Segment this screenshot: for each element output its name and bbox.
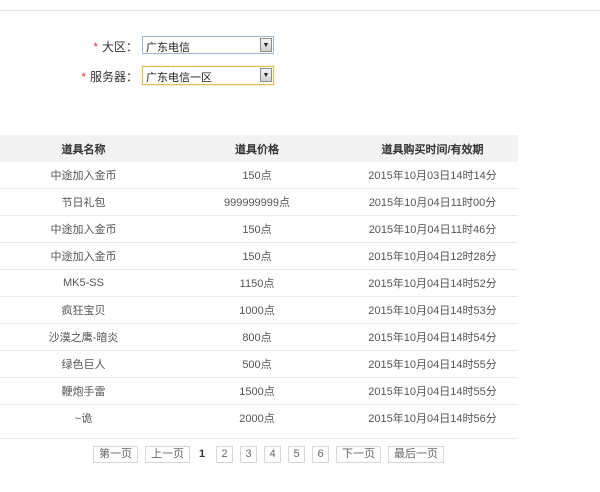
table-row: 中途加入金币 150点 2015年10月04日11时46分 bbox=[0, 215, 518, 243]
page-number-6[interactable]: 6 bbox=[312, 446, 329, 463]
cell-item-name: 绿色巨人 bbox=[0, 350, 167, 378]
table-row: 中途加入金币 150点 2015年10月04日12时28分 bbox=[0, 242, 518, 270]
server-row: * 服务器： 广东电信一区 ▼ bbox=[0, 66, 600, 86]
table-row: 中途加入金币 150点 2015年10月03日14时14分 bbox=[0, 162, 518, 189]
table-row: 沙漠之鹰-暗炎 800点 2015年10月04日14时54分 bbox=[0, 323, 518, 351]
cell-purchase-time: 2015年10月04日11时46分 bbox=[347, 215, 518, 243]
region-select-value: 广东电信 bbox=[146, 42, 190, 54]
cell-item-price: 800点 bbox=[167, 323, 347, 351]
last-page-button[interactable]: 最后一页 bbox=[388, 446, 444, 463]
table-row: ~诡 2000点 2015年10月04日14时56分 bbox=[0, 405, 518, 432]
server-select[interactable]: 广东电信一区 ▼ bbox=[142, 66, 274, 85]
cell-item-name: 中途加入金币 bbox=[0, 215, 167, 243]
column-header-item-name: 道具名称 bbox=[0, 135, 167, 162]
page-number-current: 1 bbox=[197, 447, 207, 462]
table-row: 节日礼包 999999999点 2015年10月04日11时00分 bbox=[0, 188, 518, 216]
region-label-text: 大区： bbox=[101, 40, 138, 54]
required-mark: * bbox=[81, 70, 86, 84]
page-number-3[interactable]: 3 bbox=[240, 446, 257, 463]
cell-item-price: 1150点 bbox=[167, 269, 347, 297]
column-header-purchase-time: 道具购买时间/有效期 bbox=[347, 135, 518, 162]
cell-item-name: 中途加入金币 bbox=[0, 162, 167, 189]
server-label-text: 服务器： bbox=[89, 70, 138, 84]
table-row: MK5-SS 1150点 2015年10月04日14时52分 bbox=[0, 269, 518, 297]
cell-purchase-time: 2015年10月04日14时52分 bbox=[347, 269, 518, 297]
cell-purchase-time: 2015年10月04日14时55分 bbox=[347, 350, 518, 378]
cell-item-name: 中途加入金币 bbox=[0, 242, 167, 270]
cell-item-price: 500点 bbox=[167, 350, 347, 378]
cell-purchase-time: 2015年10月03日14时14分 bbox=[347, 162, 518, 189]
server-label: * 服务器： bbox=[81, 68, 138, 85]
cell-item-name: 节日礼包 bbox=[0, 188, 167, 216]
region-select[interactable]: 广东电信 ▼ bbox=[142, 36, 274, 54]
cell-item-name: 沙漠之鹰-暗炎 bbox=[0, 323, 167, 351]
table-row: 鞭炮手雷 1500点 2015年10月04日14时55分 bbox=[0, 377, 518, 405]
purchase-records-table: 道具名称 道具价格 道具购买时间/有效期 中途加入金币 150点 2015年10月0… bbox=[0, 135, 518, 431]
cell-purchase-time: 2015年10月04日11时00分 bbox=[347, 188, 518, 216]
cell-purchase-time: 2015年10月04日14时56分 bbox=[368, 413, 497, 425]
cell-item-price: 1000点 bbox=[167, 296, 347, 324]
page-number-4[interactable]: 4 bbox=[264, 446, 281, 463]
table-bottom-divider bbox=[0, 438, 518, 439]
table-row: 绿色巨人 500点 2015年10月04日14时55分 bbox=[0, 350, 518, 378]
chevron-down-icon[interactable]: ▼ bbox=[260, 38, 272, 52]
cell-item-price: 150点 bbox=[167, 242, 347, 270]
page-number-5[interactable]: 5 bbox=[288, 446, 305, 463]
cell-item-price: 1500点 bbox=[167, 377, 347, 405]
region-row: * 大区： 广东电信 ▼ bbox=[0, 36, 600, 56]
cell-item-name: ~诡 bbox=[74, 413, 93, 425]
cell-item-price: 999999999点 bbox=[167, 188, 347, 216]
cell-item-price: 150点 bbox=[167, 162, 347, 189]
required-mark: * bbox=[93, 40, 98, 54]
page-number-2[interactable]: 2 bbox=[216, 446, 233, 463]
prev-page-button[interactable]: 上一页 bbox=[145, 446, 190, 463]
cell-item-name: 鞭炮手雷 bbox=[0, 377, 167, 405]
cell-purchase-time: 2015年10月04日14时54分 bbox=[347, 323, 518, 351]
cell-item-price: 150点 bbox=[167, 215, 347, 243]
table-header-row: 道具名称 道具价格 道具购买时间/有效期 bbox=[0, 135, 518, 162]
server-select-value: 广东电信一区 bbox=[146, 72, 212, 84]
cell-purchase-time: 2015年10月04日14时55分 bbox=[347, 377, 518, 405]
chevron-down-icon[interactable]: ▼ bbox=[260, 68, 272, 82]
cell-item-name: 疯狂宝贝 bbox=[0, 296, 167, 324]
next-page-button[interactable]: 下一页 bbox=[336, 446, 381, 463]
cell-purchase-time: 2015年10月04日14时53分 bbox=[347, 296, 518, 324]
column-header-item-price: 道具价格 bbox=[167, 135, 347, 162]
first-page-button[interactable]: 第一页 bbox=[93, 446, 138, 463]
cell-item-name: MK5-SS bbox=[0, 269, 167, 297]
region-label: * 大区： bbox=[93, 38, 138, 55]
pagination: 第一页 上一页 1 2 3 4 5 6 下一页 最后一页 bbox=[93, 446, 451, 463]
table-row: 疯狂宝贝 1000点 2015年10月04日14时53分 bbox=[0, 296, 518, 324]
cell-purchase-time: 2015年10月04日12时28分 bbox=[347, 242, 518, 270]
cell-item-price: 2000点 bbox=[239, 413, 275, 425]
top-divider bbox=[0, 10, 600, 11]
